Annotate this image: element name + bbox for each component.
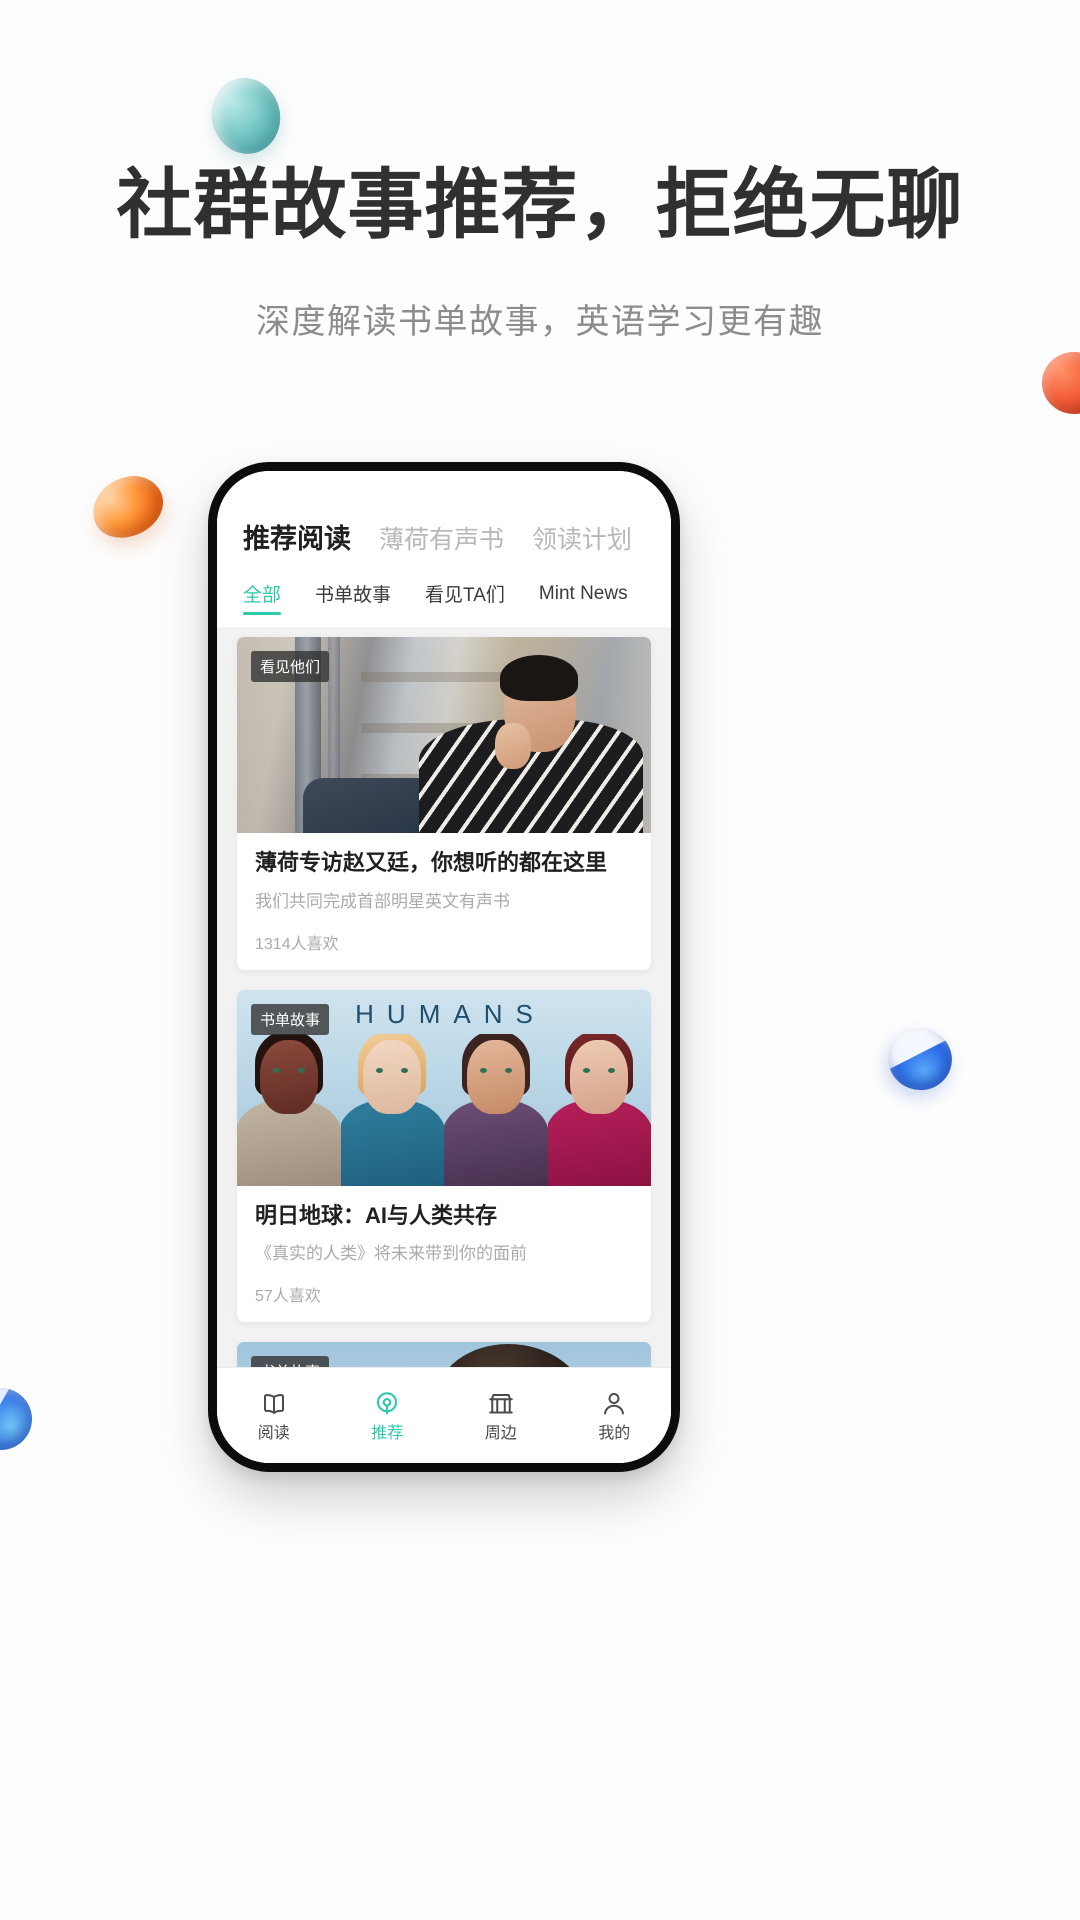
status-badge: 看见他们 [251, 651, 330, 682]
store-icon [489, 1394, 513, 1414]
main-tab-bar: 推荐阅读 薄荷有声书 领读计划 [217, 471, 671, 564]
card-subtitle: 《真实的人类》将未来带到你的面前 [255, 1244, 527, 1264]
orange-sphere-icon [1042, 352, 1080, 414]
subtab-label: 书单故事 [315, 585, 392, 606]
nav-label: 我的 [598, 1425, 631, 1442]
tab-label: 领读计划 [532, 526, 633, 554]
subtab-label: 全部 [243, 585, 282, 606]
page-subtitle: 深度解读书单故事，英语学习更有趣 [256, 303, 824, 341]
subtab-booklist-stories[interactable]: 书单故事 [315, 580, 391, 615]
subtab-label: Mint News [538, 582, 628, 604]
card-likes: 57人喜欢 [255, 1288, 321, 1306]
article-card[interactable]: HUMANS 书单故事 明日地球：AI与人类共存 《真实的人类》将未来带到你的面… [237, 989, 651, 1323]
book-icon [263, 1394, 284, 1415]
card-body: 明日地球：AI与人类共存 《真实的人类》将未来带到你的面前 57人喜欢 [237, 1186, 651, 1323]
sub-tab-bar: 全部 书单故事 看见TA们 Mint News [217, 564, 671, 627]
nav-label: 阅读 [257, 1425, 290, 1442]
card-title: 明日地球：AI与人类共存 [255, 1202, 498, 1228]
card-subtitle: 我们共同完成首部明星英文有声书 [255, 891, 510, 911]
tab-reading-plan[interactable]: 领读计划 [532, 520, 632, 556]
tab-mint-audiobooks[interactable]: 薄荷有声书 [379, 520, 504, 556]
nav-item-recommend[interactable]: 推荐 [331, 1389, 445, 1442]
phone-mockup: 推荐阅读 薄荷有声书 领读计划 全部 书单故事 看见TA们 Mint News … [208, 462, 680, 1472]
card-image: 看见他们 [237, 637, 651, 833]
page-title: 社群故事推荐，拒绝无聊 [116, 163, 964, 248]
teal-sphere-icon [204, 71, 288, 161]
subtab-label: 看见TA们 [425, 585, 505, 606]
tab-recommended-reading[interactable]: 推荐阅读 [243, 517, 351, 556]
nav-label: 推荐 [371, 1425, 404, 1442]
tab-label: 推荐阅读 [243, 524, 351, 554]
subtab-all[interactable]: 全部 [243, 580, 282, 615]
nav-label: 周边 [484, 1425, 517, 1442]
nav-item-profile[interactable]: 我的 [558, 1389, 672, 1442]
app-screen: 推荐阅读 薄荷有声书 领读计划 全部 书单故事 看见TA们 Mint News … [217, 471, 671, 1463]
orange-pebble-icon [83, 466, 173, 548]
subtab-mint-news[interactable]: Mint News [539, 583, 628, 613]
article-card[interactable]: 看见他们 薄荷专访赵又廷，你想听的都在这里 我们共同完成首部明星英文有声书 13… [237, 637, 651, 970]
nav-item-reading[interactable]: 阅读 [217, 1389, 331, 1442]
promo-page: 社群故事推荐，拒绝无聊 深度解读书单故事，英语学习更有趣 推荐阅读 薄荷有声书 … [0, 0, 1080, 1920]
card-image: HUMANS 书单故事 [237, 989, 651, 1186]
blue-white-sphere-icon [879, 1019, 961, 1099]
status-badge: 书单故事 [251, 1003, 330, 1035]
article-feed[interactable]: 看见他们 薄荷专访赵又廷，你想听的都在这里 我们共同完成首部明星英文有声书 13… [217, 627, 671, 1463]
card-body: 薄荷专访赵又廷，你想听的都在这里 我们共同完成首部明星英文有声书 1314人喜欢 [237, 833, 651, 970]
nav-item-store[interactable]: 周边 [444, 1389, 558, 1442]
compass-target-icon [377, 1392, 398, 1415]
bottom-nav-bar: 阅读 推荐 周边 我的 [217, 1367, 671, 1463]
blue-white-sphere-icon-2 [0, 1388, 32, 1450]
card-likes: 1314人喜欢 [255, 935, 339, 953]
tab-label: 薄荷有声书 [379, 526, 505, 554]
subtab-see-them[interactable]: 看见TA们 [425, 580, 505, 615]
person-icon [604, 1393, 625, 1415]
card-title: 薄荷专访赵又廷，你想听的都在这里 [255, 850, 608, 875]
